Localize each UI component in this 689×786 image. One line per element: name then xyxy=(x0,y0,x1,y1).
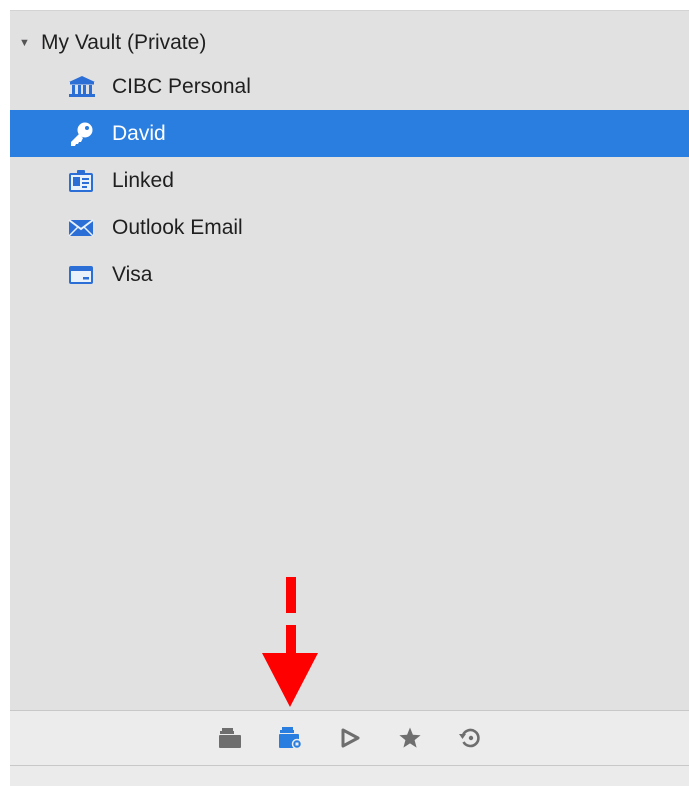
list-item-cibc-personal[interactable]: CIBC Personal xyxy=(10,63,689,110)
list-item-david[interactable]: David xyxy=(10,110,689,157)
list-item-visa[interactable]: Visa xyxy=(10,251,689,298)
vault-title: My Vault (Private) xyxy=(41,31,207,54)
item-label: Visa xyxy=(112,263,153,286)
item-label: Linked xyxy=(112,169,174,192)
all-vaults-icon[interactable] xyxy=(217,725,243,751)
envelope-icon xyxy=(68,215,100,241)
vault-items-list: CIBC Personal David Linked Outlook Email… xyxy=(10,63,689,298)
bottom-toolbar xyxy=(10,710,689,766)
item-label: David xyxy=(112,122,166,145)
item-label: Outlook Email xyxy=(112,216,243,239)
item-label: CIBC Personal xyxy=(112,75,251,98)
bottom-strip xyxy=(10,766,689,786)
top-divider xyxy=(10,10,689,11)
star-icon[interactable] xyxy=(397,725,423,751)
list-item-linked[interactable]: Linked xyxy=(10,157,689,204)
list-item-outlook-email[interactable]: Outlook Email xyxy=(10,204,689,251)
vault-header[interactable]: ▼ My Vault (Private) xyxy=(10,28,689,58)
id-card-icon xyxy=(68,168,100,194)
red-arrow-annotation xyxy=(250,577,330,710)
vault-icon[interactable] xyxy=(277,725,303,751)
bank-icon xyxy=(68,74,100,100)
play-icon[interactable] xyxy=(337,725,363,751)
disclosure-triangle-icon[interactable]: ▼ xyxy=(19,37,30,49)
key-icon xyxy=(68,121,100,147)
history-icon[interactable] xyxy=(457,725,483,751)
credit-card-icon xyxy=(68,262,100,288)
vault-sidebar: ▼ My Vault (Private) CIBC Personal David… xyxy=(10,10,689,786)
